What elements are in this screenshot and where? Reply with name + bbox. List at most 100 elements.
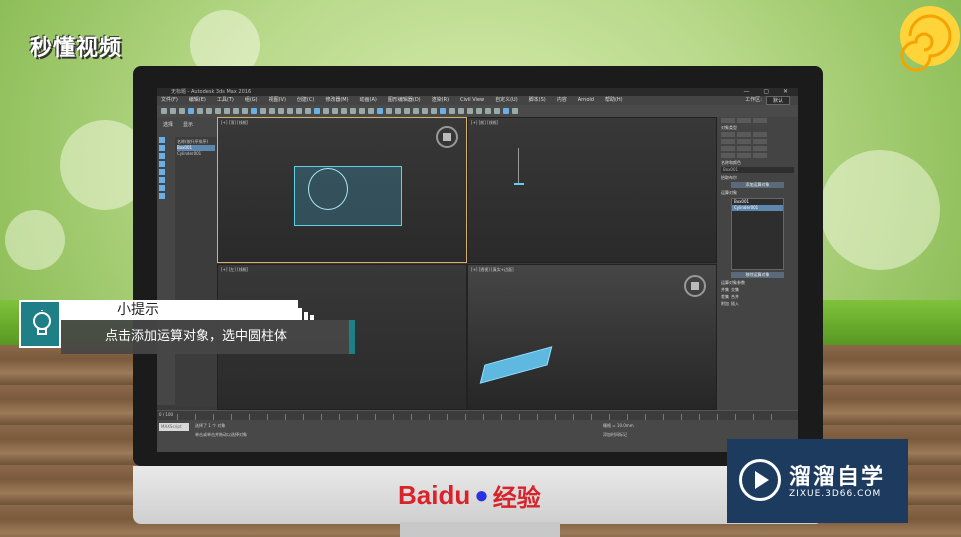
filter-icon[interactable] <box>159 185 165 191</box>
filter-icon[interactable] <box>159 169 165 175</box>
remove-operand-button[interactable]: 移除运算对象 <box>731 272 784 278</box>
menu-item[interactable]: Civil View <box>460 96 484 105</box>
tab-select[interactable]: 选择 <box>163 121 173 128</box>
box-3d-object[interactable] <box>479 346 553 384</box>
front-object[interactable] <box>514 183 524 185</box>
filter-icon[interactable] <box>159 193 165 199</box>
type-button[interactable] <box>737 153 751 158</box>
tool-icon[interactable] <box>449 108 455 114</box>
tool-icon[interactable] <box>161 108 167 114</box>
menu-item[interactable]: 组(G) <box>245 96 258 105</box>
type-button[interactable] <box>737 132 751 137</box>
type-button[interactable] <box>721 146 735 151</box>
menu-item[interactable]: 脚本(S) <box>529 96 546 105</box>
tab-display[interactable]: 显示 <box>183 121 193 128</box>
tool-icon[interactable] <box>494 108 500 114</box>
op-merge[interactable]: 合并 <box>731 294 739 299</box>
viewport-label[interactable]: [+] [左] [线框] <box>221 267 248 273</box>
tool-icon[interactable] <box>251 108 257 114</box>
type-button[interactable] <box>753 153 767 158</box>
viewport-top[interactable]: [+] [顶] [线框] <box>217 117 467 263</box>
tool-icon[interactable] <box>296 108 302 114</box>
filter-icon[interactable] <box>159 145 165 151</box>
type-button[interactable] <box>721 132 735 137</box>
type-button[interactable] <box>737 146 751 151</box>
menu-item[interactable]: Arnold <box>578 96 594 105</box>
menu-item[interactable]: 渲染(R) <box>432 96 449 105</box>
section-operand-params[interactable]: 运算对象参数 <box>717 279 798 286</box>
op-subtract[interactable]: 差集 <box>721 294 729 299</box>
viewport-label[interactable]: [+] [顶] [线框] <box>221 120 248 126</box>
tool-icon[interactable] <box>440 108 446 114</box>
op-insert[interactable]: 插入 <box>731 301 739 306</box>
viewport-perspective[interactable]: [+] [透视] [真实+边面] <box>467 264 717 410</box>
section-name-color[interactable]: 名称和颜色 <box>717 159 798 166</box>
workspace-dropdown[interactable]: 默认 <box>765 96 790 105</box>
type-button[interactable] <box>737 139 751 144</box>
type-button[interactable] <box>721 139 735 144</box>
hierarchy-tab[interactable] <box>753 118 767 123</box>
window-controls[interactable]: — ▢ ✕ <box>743 88 794 96</box>
tool-icon[interactable] <box>341 108 347 114</box>
tool-icon[interactable] <box>314 108 320 114</box>
tool-icon[interactable] <box>278 108 284 114</box>
type-button[interactable] <box>753 139 767 144</box>
op-intersect[interactable]: 交集 <box>731 287 739 292</box>
viewport-label[interactable]: [+] [透视] [真实+边面] <box>471 267 514 273</box>
object-name-field[interactable]: Box001 <box>721 167 794 173</box>
menu-item[interactable]: 创建(C) <box>297 96 314 105</box>
filter-icon[interactable] <box>159 137 165 143</box>
menu-item[interactable]: 图形编辑器(D) <box>388 96 421 105</box>
cylinder-object[interactable] <box>308 168 348 210</box>
type-button[interactable] <box>753 146 767 151</box>
tool-icon[interactable] <box>197 108 203 114</box>
create-tab[interactable] <box>721 118 735 123</box>
time-slider[interactable]: 0 / 100 <box>157 410 798 420</box>
tool-icon[interactable] <box>404 108 410 114</box>
viewcube-icon[interactable] <box>436 126 458 148</box>
viewcube-icon[interactable] <box>684 275 706 297</box>
filter-icon[interactable] <box>159 177 165 183</box>
menu-item[interactable]: 文件(F) <box>161 96 178 105</box>
tool-icon[interactable] <box>413 108 419 114</box>
tool-icon[interactable] <box>467 108 473 114</box>
tool-icon[interactable] <box>485 108 491 114</box>
operand-item[interactable]: Cylinder001 <box>732 205 783 211</box>
menu-item[interactable]: 修改器(M) <box>325 96 348 105</box>
menu-item[interactable]: 内容 <box>557 96 567 105</box>
add-operand-button[interactable]: 添加运算对象 <box>731 182 784 188</box>
tool-icon[interactable] <box>188 108 194 114</box>
tool-icon[interactable] <box>377 108 383 114</box>
tree-item-cylinder[interactable]: Cylinder001 <box>177 151 215 157</box>
maxscript-listener[interactable]: MAXScript <box>159 423 189 431</box>
tool-icon[interactable] <box>170 108 176 114</box>
menu-item[interactable]: 工具(T) <box>217 96 234 105</box>
tool-icon[interactable] <box>332 108 338 114</box>
tool-icon[interactable] <box>395 108 401 114</box>
tool-icon[interactable] <box>260 108 266 114</box>
menu-item[interactable]: 动画(A) <box>360 96 377 105</box>
menu-item[interactable]: 编辑(E) <box>189 96 206 105</box>
viewport-label[interactable]: [+] [前] [线框] <box>471 120 498 126</box>
filter-icon[interactable] <box>159 161 165 167</box>
tool-icon[interactable] <box>242 108 248 114</box>
workspace-selector[interactable]: 工作区: 默认 <box>745 96 790 105</box>
tool-icon[interactable] <box>503 108 509 114</box>
op-union[interactable]: 并集 <box>721 287 729 292</box>
type-button[interactable] <box>753 132 767 137</box>
tool-icon[interactable] <box>287 108 293 114</box>
tool-icon[interactable] <box>431 108 437 114</box>
tool-icon[interactable] <box>233 108 239 114</box>
tool-icon[interactable] <box>179 108 185 114</box>
tool-icon[interactable] <box>224 108 230 114</box>
op-attach[interactable]: 附加 <box>721 301 729 306</box>
tool-icon[interactable] <box>269 108 275 114</box>
tool-icon[interactable] <box>305 108 311 114</box>
tool-icon[interactable] <box>323 108 329 114</box>
tool-icon[interactable] <box>206 108 212 114</box>
viewport-front[interactable]: [+] [前] [线框] <box>467 117 717 263</box>
tool-icon[interactable] <box>458 108 464 114</box>
add-time-tag[interactable]: 添加时间标记 <box>603 432 627 438</box>
tool-icon[interactable] <box>512 108 518 114</box>
menu-item[interactable]: 自定义(U) <box>495 96 518 105</box>
